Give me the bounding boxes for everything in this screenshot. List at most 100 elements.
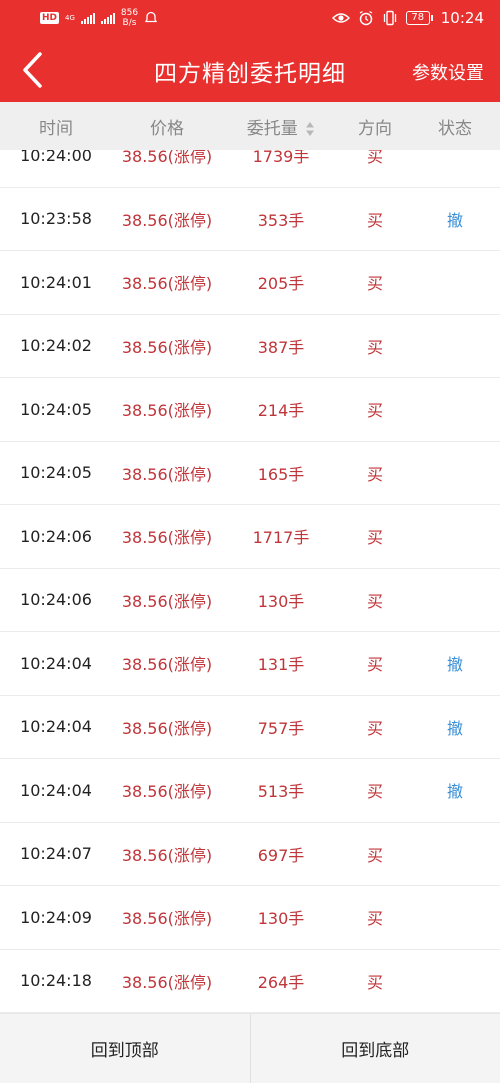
cell-direction: 买 [366, 655, 383, 675]
cell-quantity: 131手 [257, 655, 305, 675]
cell-time: 10:24:06 [20, 526, 92, 546]
cell-time: 10:24:01 [20, 272, 92, 292]
table-row: 10:24:06 38.56(涨停) 130手 买 [0, 569, 500, 632]
table-header: 时间 价格 委托量 方向 状态 [0, 102, 500, 150]
alarm-icon [359, 10, 373, 26]
cell-direction: 买 [366, 718, 383, 738]
back-button[interactable] [14, 50, 54, 90]
eye-icon [331, 13, 350, 23]
chevron-left-icon [23, 52, 42, 88]
cell-price: 38.56(涨停) [121, 655, 213, 675]
table-row: 10:24:05 38.56(涨停) 165手 买 [0, 442, 500, 505]
cell-price: 38.56(涨停) [121, 909, 213, 929]
table-row: 10:24:09 38.56(涨停) 130手 买 [0, 886, 500, 950]
cell-time: 10:24:04 [20, 653, 92, 673]
header-quantity: 委托量 [246, 118, 298, 139]
table-row: 10:24:06 38.56(涨停) 1717手 买 [0, 505, 500, 569]
network-speed: 856 B/s [121, 8, 138, 28]
cell-time: 10:24:00 [20, 150, 92, 165]
cell-time: 10:24:02 [20, 336, 92, 356]
cell-status-cancel[interactable]: 撤 [410, 651, 500, 675]
table-row: 10:24:01 38.56(涨停) 205手 买 [0, 251, 500, 315]
sort-icon [306, 121, 315, 136]
cell-direction: 买 [366, 274, 383, 294]
vibrate-icon [383, 10, 396, 26]
cell-price: 38.56(涨停) [121, 972, 213, 992]
back-to-bottom-button[interactable]: 回到底部 [249, 1014, 500, 1083]
table-row: 10:24:04 38.56(涨停) 513手 买 撤 [0, 759, 500, 823]
cell-price: 38.56(涨停) [121, 401, 213, 421]
cell-price: 38.56(涨停) [121, 718, 213, 738]
cell-time: 10:24:04 [20, 780, 92, 800]
cell-time: 10:24:18 [20, 971, 92, 991]
order-list-inner: 10:24:00 38.56(涨停) 1739手买 10:23:58 38.56(涨停)… [0, 150, 500, 1013]
cell-direction: 买 [366, 909, 383, 929]
cell-quantity: 1717手 [252, 528, 310, 548]
bottom-bar: 回到顶部 回到底部 [0, 1013, 500, 1083]
status-left: HD 4G 856 B/s [40, 8, 158, 28]
cell-direction: 买 [366, 782, 383, 802]
cell-direction: 买 [366, 972, 383, 992]
cell-status-cancel[interactable]: 撤 [410, 207, 500, 231]
table-row: 10:24:18 38.56(涨停) 264手 买 [0, 950, 500, 1013]
battery-level: 78 [405, 11, 430, 25]
cell-price: 38.56(涨停) [121, 591, 213, 611]
cell-quantity: 130手 [257, 591, 305, 611]
cell-time: 10:24:05 [20, 463, 92, 483]
back-to-top-button[interactable]: 回到顶部 [0, 1014, 250, 1083]
title-bar: 四方精创委托明细 参数设置 [0, 38, 500, 102]
cell-price: 38.56(涨停) [121, 150, 213, 167]
battery-icon: 78 [405, 11, 433, 25]
table-row: 10:24:04 38.56(涨停) 131手 买 撤 [0, 632, 500, 696]
cell-direction: 买 [366, 337, 383, 357]
cell-quantity: 697手 [257, 845, 305, 865]
cell-direction: 买 [366, 528, 383, 548]
cell-quantity: 757手 [257, 718, 305, 738]
network-type: 4G [65, 14, 75, 22]
header-quantity-sort[interactable]: 委托量 [222, 114, 340, 139]
speed-value: 856 [120, 8, 139, 18]
header-price: 价格 [150, 118, 184, 139]
cell-price: 38.56(涨停) [121, 337, 213, 357]
cell-direction: 买 [366, 150, 383, 167]
cell-direction: 买 [366, 845, 383, 865]
table-row: 10:24:07 38.56(涨停) 697手 买 [0, 823, 500, 886]
order-list[interactable]: 10:24:00 38.56(涨停) 1739手买 10:23:58 38.56(涨停)… [0, 150, 500, 1013]
cell-quantity: 264手 [257, 972, 305, 992]
cell-status-cancel[interactable]: 撤 [410, 715, 500, 739]
cell-quantity: 513手 [257, 782, 305, 802]
table-row: 10:24:04 38.56(涨停) 757手 买 撤 [0, 696, 500, 759]
table-row: 10:24:02 38.56(涨停) 387手 买 [0, 315, 500, 378]
cell-price: 38.56(涨停) [121, 274, 213, 294]
table-row: 10:24:00 38.56(涨停) 1739手 买 [0, 150, 500, 188]
cell-direction: 买 [366, 210, 383, 230]
cell-time: 10:23:58 [20, 209, 92, 229]
cell-quantity: 214手 [257, 401, 305, 421]
cell-quantity: 165手 [257, 464, 305, 484]
cell-direction: 买 [366, 401, 383, 421]
cell-time: 10:24:06 [20, 590, 92, 610]
cell-price: 38.56(涨停) [121, 782, 213, 802]
cell-quantity: 387手 [257, 337, 305, 357]
notification-icon [145, 11, 158, 23]
status-bar: HD 4G 856 B/s 78 10:24 [0, 0, 500, 38]
cell-quantity: 130手 [257, 909, 305, 929]
hd-badge: HD [40, 12, 60, 24]
settings-button[interactable]: 参数设置 [412, 59, 484, 85]
header-status: 状态 [438, 118, 472, 139]
signal-icon [80, 12, 95, 24]
cell-direction: 买 [366, 591, 383, 611]
status-right: 78 10:24 [331, 9, 484, 27]
cell-price: 38.56(涨停) [121, 464, 213, 484]
cell-quantity: 205手 [257, 274, 305, 294]
cell-direction: 买 [366, 464, 383, 484]
header-time: 时间 [39, 118, 73, 139]
signal-icon-2 [100, 12, 115, 24]
cell-quantity: 1739手 [252, 150, 310, 167]
cell-price: 38.56(涨停) [121, 210, 213, 230]
table-row: 10:23:58 38.56(涨停) 353手 买 撤 [0, 188, 500, 251]
speed-unit: B/s [122, 18, 137, 28]
cell-time: 10:24:05 [20, 399, 92, 419]
cell-time: 10:24:04 [20, 717, 92, 737]
cell-status-cancel[interactable]: 撤 [410, 778, 500, 802]
